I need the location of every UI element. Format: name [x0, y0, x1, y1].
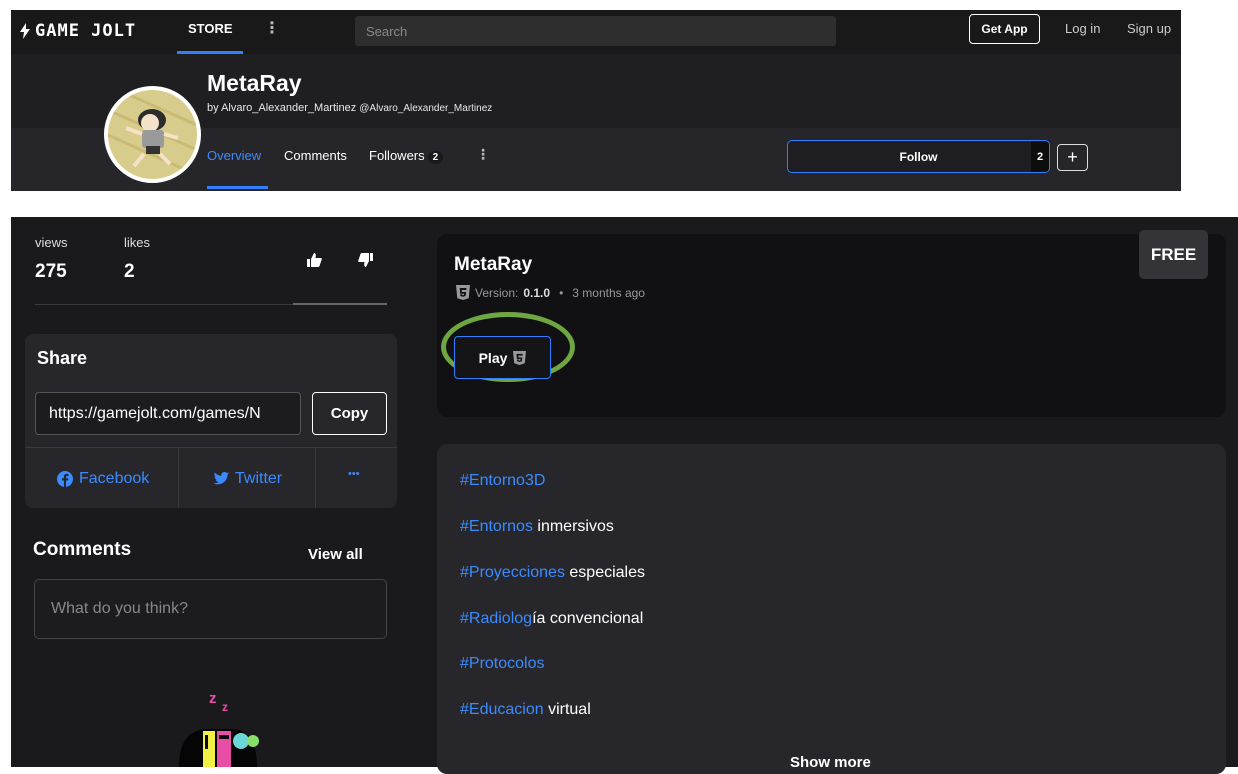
views-value: 275 — [35, 261, 67, 282]
hashtag-link[interactable]: #Radiolog — [460, 610, 532, 627]
description-line: #Entorno3D — [460, 472, 545, 490]
svg-text:z: z — [222, 700, 228, 714]
tab-overview[interactable]: Overview — [207, 148, 261, 163]
view-all-comments-link[interactable]: View all — [308, 546, 363, 563]
twitter-share-button[interactable]: Twitter — [213, 470, 282, 488]
comments-heading: Comments — [33, 539, 132, 560]
login-link[interactable]: Log in — [1065, 21, 1100, 36]
tabs-more-icon[interactable]: ⋮ — [476, 147, 490, 161]
version-value: 0.1.0 — [523, 285, 551, 300]
description-text: ía convencional — [532, 610, 644, 627]
description-text: inmersivos — [532, 518, 614, 535]
twitter-label: Twitter — [235, 470, 283, 487]
top-navbar: GAME JOLT STORE ⋮ Get App Log in Sign up — [11, 10, 1181, 54]
description-line: #Radiología convencional — [460, 610, 643, 628]
game-jolt-logo[interactable]: GAME JOLT — [19, 20, 136, 42]
share-heading: Share — [37, 348, 88, 368]
share-col-divider — [315, 447, 316, 508]
author-handle[interactable]: @Alvaro_Alexander_Martinez — [359, 103, 492, 114]
followers-count-badge: 2 — [427, 151, 444, 164]
avatar-illustration-icon — [108, 90, 197, 179]
release-time: 3 months ago — [572, 285, 645, 300]
signup-link[interactable]: Sign up — [1127, 21, 1171, 36]
logo-text: GAME JOLT — [35, 21, 137, 41]
version-label: Version: — [475, 285, 519, 300]
copy-button[interactable]: Copy — [312, 392, 387, 435]
description-line: #Entornos inmersivos — [460, 518, 614, 536]
more-menu-icon[interactable]: ⋮ — [264, 21, 280, 37]
facebook-icon — [57, 471, 73, 487]
description-line: #Educacion virtual — [460, 701, 591, 719]
search-bar[interactable] — [355, 16, 836, 46]
lightning-icon — [20, 23, 30, 39]
facebook-label: Facebook — [79, 470, 150, 487]
game-info-card: FREE MetaRay Version: 0.1.0 • 3 months a… — [437, 230, 1226, 417]
share-divider — [25, 447, 397, 448]
search-input[interactable] — [355, 16, 836, 46]
author-link[interactable]: Alvaro_Alexander_Martinez — [221, 102, 356, 114]
tab-followers-label: Followers — [369, 148, 425, 163]
game-version-meta: Version: 0.1.0 • 3 months ago — [456, 285, 645, 300]
svg-text:z: z — [209, 690, 217, 707]
twitter-icon — [213, 472, 229, 485]
hashtag-link[interactable]: #Entornos — [460, 518, 533, 535]
game-card-title: MetaRay — [454, 254, 533, 275]
comment-input[interactable] — [34, 579, 387, 639]
show-more-button[interactable]: Show more — [790, 754, 871, 771]
hashtag-link[interactable]: #Entorno3D — [460, 472, 545, 489]
main-content: views 275 likes 2 Share Copy Facebook Tw… — [11, 217, 1238, 774]
share-card: Share Copy Facebook Twitter ••• — [25, 334, 397, 508]
by-prefix: by — [207, 102, 219, 114]
hashtag-link[interactable]: #Educacion — [460, 701, 544, 718]
description-card: #Entorno3D #Entornos inmersivos #Proyecc… — [437, 444, 1226, 774]
share-col-divider — [178, 447, 179, 508]
likes-value: 2 — [124, 261, 135, 282]
description-text: especiales — [564, 564, 645, 581]
description-line: #Proyecciones especiales — [460, 564, 645, 582]
hashtag-link[interactable]: #Proyecciones — [460, 564, 565, 581]
likes-label: likes — [124, 235, 151, 250]
get-app-button[interactable]: Get App — [969, 14, 1040, 44]
tab-followers[interactable]: Followers 2 — [369, 148, 444, 164]
sleeping-mascot-illustration: z z — [165, 689, 275, 772]
follow-count: 2 — [1031, 141, 1049, 172]
add-to-playlist-button[interactable]: + — [1057, 144, 1088, 171]
html5-icon — [513, 350, 527, 365]
play-button[interactable]: Play — [454, 336, 551, 379]
hashtag-link[interactable]: #Protocolos — [460, 655, 545, 672]
follow-label: Follow — [899, 149, 938, 164]
share-url-field[interactable] — [35, 392, 301, 435]
follow-button[interactable]: Follow 2 — [787, 140, 1050, 173]
page-title: MetaRay — [207, 70, 302, 96]
tab-comments[interactable]: Comments — [284, 148, 347, 163]
nav-store-link[interactable]: STORE — [188, 21, 233, 36]
play-label: Play — [478, 349, 508, 366]
game-header: MetaRay by Alvaro_Alexander_Martinez @Al… — [11, 54, 1181, 191]
more-share-button[interactable]: ••• — [348, 468, 360, 480]
sleeping-mascot-icon: z z — [179, 690, 259, 767]
facebook-share-button[interactable]: Facebook — [57, 470, 149, 488]
description-text: virtual — [543, 701, 591, 718]
price-badge: FREE — [1139, 230, 1208, 279]
meta-separator: • — [559, 285, 564, 300]
description-line: #Protocolos — [460, 655, 545, 673]
author-byline: by Alvaro_Alexander_Martinez @Alvaro_Ale… — [207, 102, 492, 114]
active-tab-indicator — [207, 186, 268, 189]
thumbs-down-icon[interactable] — [358, 253, 373, 271]
html5-icon — [456, 285, 470, 300]
thumbs-up-icon[interactable] — [307, 253, 322, 271]
views-label: views — [35, 235, 68, 250]
vote-indicator — [293, 303, 387, 305]
avatar[interactable] — [104, 86, 201, 183]
